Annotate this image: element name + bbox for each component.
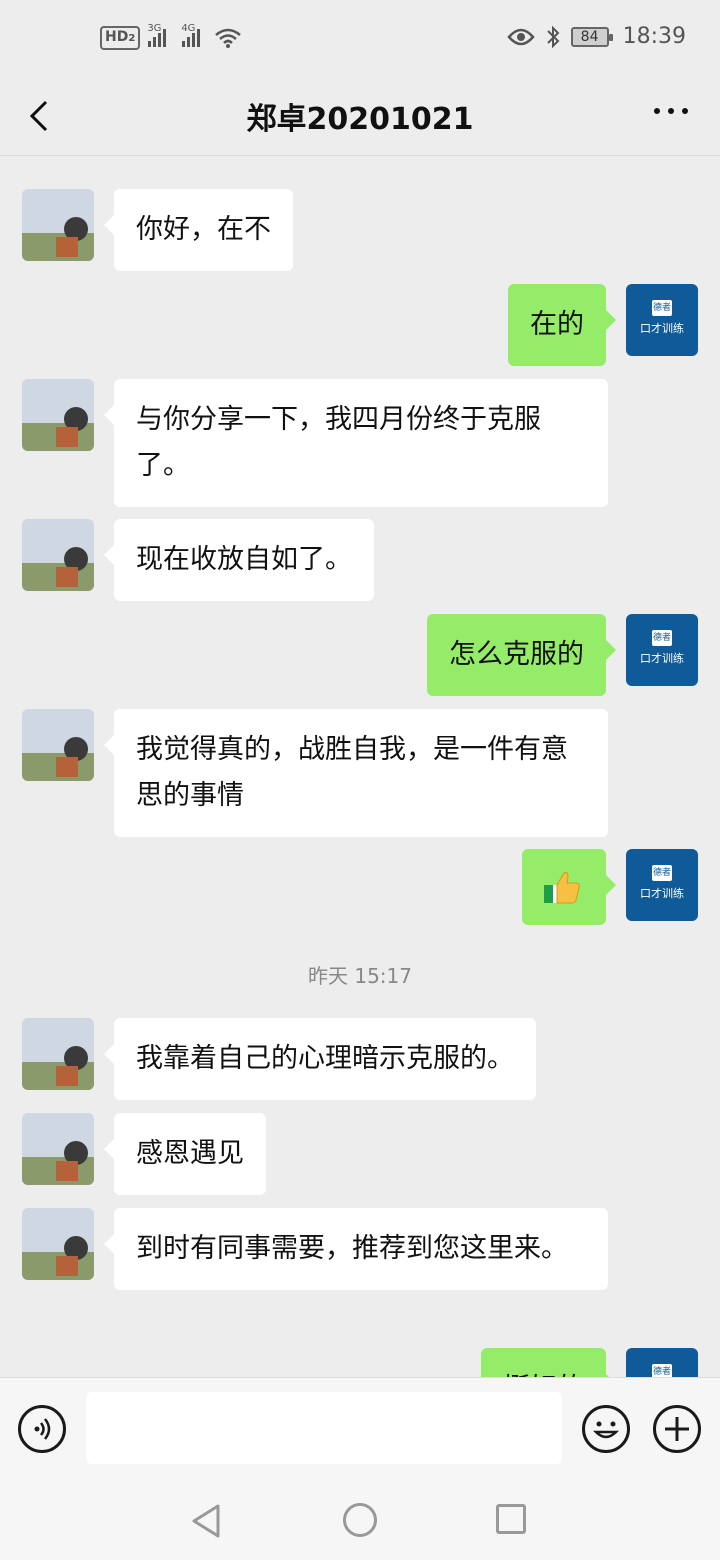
message-bubble[interactable] [522, 849, 616, 925]
my-avatar[interactable]: 德者 [626, 1348, 698, 1377]
nav-back-icon[interactable] [190, 1503, 222, 1539]
message-bubble[interactable]: 在的 [508, 284, 616, 366]
more-actions-button[interactable] [653, 1405, 701, 1453]
battery-icon: 84 [570, 26, 613, 47]
message-row: 与你分享一下，我四月份终于克服了。 [0, 379, 720, 507]
contact-avatar[interactable] [22, 1113, 94, 1185]
plus-icon [665, 1417, 689, 1441]
message-bubble[interactable]: 我靠着自己的心理暗示克服的。 [104, 1018, 536, 1100]
chat-title: 郑卓20201021 [246, 102, 474, 137]
eye-icon [506, 28, 535, 45]
status-bar: HD2 3G 4G 84 18:39 [0, 0, 720, 80]
message-row: 德者 口才训练 [0, 849, 720, 925]
message-row: 到时有同事需要，推荐到您这里来。 [0, 1208, 720, 1326]
message-row: 我靠着自己的心理暗示克服的。 [0, 1018, 720, 1100]
smiley-icon [592, 1421, 620, 1439]
message-bubble[interactable]: 现在收放自如了。 [104, 519, 374, 601]
thumbs-up-icon [544, 872, 580, 904]
wifi-icon [215, 28, 242, 48]
contact-avatar[interactable] [22, 519, 94, 591]
signal-icon-2: 4G [181, 23, 201, 47]
chat-header: 郑卓20201021 [0, 80, 720, 156]
my-avatar[interactable]: 德者 口才训练 [626, 849, 698, 921]
clock: 18:39 [622, 24, 686, 49]
message-row: 德者 挺好的 [0, 1348, 720, 1377]
message-row: 德者 口才训练 怎么克服的 [0, 614, 720, 696]
message-input[interactable] [86, 1392, 562, 1464]
message-row: 德者 口才训练 在的 [0, 284, 720, 366]
message-bubble[interactable]: 怎么克服的 [427, 614, 616, 696]
message-bubble[interactable]: 你好，在不 [104, 189, 293, 271]
message-row: 感恩遇见 [0, 1113, 720, 1195]
message-row: 你好，在不 [0, 189, 720, 271]
nav-recents-icon[interactable] [496, 1504, 526, 1534]
message-bubble[interactable]: 挺好的 [481, 1348, 616, 1377]
contact-avatar[interactable] [22, 379, 94, 451]
message-row: 我觉得真的，战胜自我，是一件有意思的事情 [0, 709, 720, 837]
voice-icon [34, 1418, 51, 1440]
message-bubble[interactable]: 感恩遇见 [104, 1113, 266, 1195]
status-right: 84 18:39 [506, 24, 686, 49]
message-bubble[interactable]: 到时有同事需要，推荐到您这里来。 [104, 1208, 608, 1290]
message-bubble[interactable]: 与你分享一下，我四月份终于克服了。 [104, 379, 608, 507]
contact-avatar[interactable] [22, 709, 94, 781]
status-left: HD2 3G 4G [100, 23, 242, 50]
signal-icon-1: 3G [147, 23, 167, 47]
system-nav-bar [0, 1477, 720, 1560]
voice-input-button[interactable] [18, 1405, 66, 1453]
message-bubble[interactable]: 我觉得真的，战胜自我，是一件有意思的事情 [104, 709, 608, 837]
contact-avatar[interactable] [22, 1208, 94, 1280]
contact-avatar[interactable] [22, 1018, 94, 1090]
more-icon[interactable] [654, 108, 688, 114]
contact-avatar[interactable] [22, 189, 94, 261]
bluetooth-icon [546, 25, 560, 48]
nav-home-icon[interactable] [343, 1503, 377, 1537]
message-row: 现在收放自如了。 [0, 519, 720, 601]
hd-voice-badge: HD2 [100, 26, 141, 50]
my-avatar[interactable]: 德者 口才训练 [626, 614, 698, 686]
message-list: 你好，在不 德者 口才训练 在的 与你分享一下，我四月份终于克服了。 现在收放自… [0, 157, 720, 1377]
my-avatar[interactable]: 德者 口才训练 [626, 284, 698, 356]
emoji-button[interactable] [582, 1405, 630, 1453]
timestamp: 昨天 15:17 [308, 964, 412, 988]
input-bar [0, 1377, 720, 1477]
